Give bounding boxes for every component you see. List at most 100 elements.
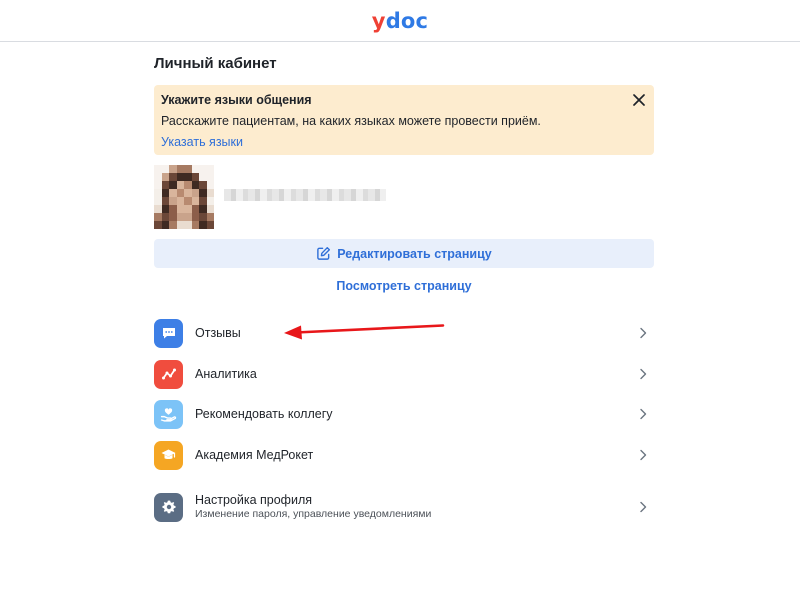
avatar-pixel bbox=[199, 197, 207, 205]
banner-text: Расскажите пациентам, на каких языках мо… bbox=[161, 114, 541, 128]
avatar-pixel bbox=[154, 173, 162, 181]
avatar-pixel bbox=[154, 165, 162, 173]
page-title: Личный кабинет bbox=[154, 55, 277, 72]
ydoc-logo[interactable]: ydoc bbox=[372, 9, 428, 33]
avatar-pixel bbox=[184, 181, 192, 189]
menu-item-recommend-colleague[interactable]: Рекомендовать коллегу bbox=[154, 399, 654, 429]
avatar-pixel bbox=[176, 173, 185, 181]
avatar-pixel bbox=[161, 221, 170, 229]
edit-page-label: Редактировать страницу bbox=[337, 246, 492, 261]
avatar-pixel bbox=[191, 221, 200, 229]
avatar-pixel bbox=[154, 213, 162, 221]
avatar-pixel bbox=[169, 213, 177, 221]
avatar-pixel bbox=[206, 197, 214, 205]
menu-item-medrocket-academy[interactable]: Академия МедРокет bbox=[154, 440, 654, 470]
avatar-pixel bbox=[169, 181, 177, 189]
avatar-pixel bbox=[161, 197, 170, 205]
avatar-pixel bbox=[154, 197, 162, 205]
avatar-pixel bbox=[161, 189, 170, 197]
avatar-pixel bbox=[191, 213, 200, 221]
avatar-pixel bbox=[169, 173, 177, 181]
menu-label: Рекомендовать коллегу bbox=[195, 406, 333, 421]
avatar-pixel bbox=[206, 205, 214, 213]
avatar-pixel bbox=[206, 189, 214, 197]
main-content: Личный кабинет Укажите языки общения Рас… bbox=[154, 42, 654, 295]
languages-banner: Укажите языки общения Расскажите пациент… bbox=[154, 85, 654, 155]
avatar-pixel bbox=[154, 189, 162, 197]
avatar-pixel bbox=[184, 213, 192, 221]
avatar-pixel bbox=[199, 213, 207, 221]
avatar-pixel bbox=[169, 165, 177, 173]
profile-name-blurred bbox=[224, 189, 386, 201]
avatar-pixel bbox=[191, 165, 200, 173]
avatar-pixel bbox=[206, 181, 214, 189]
banner-title: Укажите языки общения bbox=[161, 93, 312, 107]
chevron-right-icon bbox=[640, 408, 647, 420]
avatar-pixel bbox=[191, 189, 200, 197]
graduation-cap-icon bbox=[154, 440, 183, 470]
avatar-pixel bbox=[184, 189, 192, 197]
avatar-pixel bbox=[169, 205, 177, 213]
avatar-pixel bbox=[161, 205, 170, 213]
edit-icon bbox=[317, 246, 331, 260]
avatar-pixel bbox=[176, 189, 185, 197]
profile-card bbox=[154, 165, 654, 229]
menu-label: Аналитика bbox=[195, 366, 257, 381]
avatar-pixel bbox=[176, 197, 185, 205]
chevron-right-icon bbox=[640, 327, 647, 339]
menu-sublabel: Изменение пароля, управление уведомления… bbox=[195, 508, 432, 520]
avatar-pixel bbox=[176, 165, 185, 173]
avatar-pixel bbox=[161, 181, 170, 189]
top-bar: ydoc bbox=[0, 0, 800, 42]
avatar-pixel bbox=[199, 181, 207, 189]
avatar-pixel bbox=[176, 205, 185, 213]
avatar-pixel bbox=[154, 181, 162, 189]
menu-item-profile-settings[interactable]: Настройка профиля Изменение пароля, упра… bbox=[154, 492, 654, 522]
avatar-pixel bbox=[191, 173, 200, 181]
menu-item-analytics[interactable]: Аналитика bbox=[154, 359, 654, 389]
avatar-pixel bbox=[184, 197, 192, 205]
avatar-pixel bbox=[184, 221, 192, 229]
gear-icon bbox=[154, 492, 183, 522]
avatar-pixel bbox=[206, 173, 214, 181]
avatar-pixel bbox=[184, 205, 192, 213]
avatar-pixel bbox=[191, 197, 200, 205]
avatar-pixel bbox=[191, 205, 200, 213]
avatar-pixel bbox=[199, 165, 207, 173]
avatar-pixel bbox=[191, 181, 200, 189]
avatar-pixel bbox=[206, 165, 214, 173]
specify-languages-link[interactable]: Указать языки bbox=[161, 134, 243, 150]
avatar-pixel bbox=[154, 205, 162, 213]
avatar-pixel bbox=[169, 197, 177, 205]
avatar-pixel bbox=[161, 173, 170, 181]
avatar-pixel bbox=[199, 205, 207, 213]
menu-label: Академия МедРокет bbox=[195, 447, 314, 462]
avatar-pixel bbox=[199, 189, 207, 197]
avatar-pixel bbox=[169, 221, 177, 229]
trend-line-icon bbox=[154, 359, 183, 389]
avatar-pixel bbox=[176, 181, 185, 189]
avatar-pixel bbox=[161, 213, 170, 221]
avatar-pixel bbox=[176, 221, 185, 229]
chevron-right-icon bbox=[640, 501, 647, 513]
close-icon[interactable] bbox=[632, 93, 646, 107]
avatar bbox=[154, 165, 214, 229]
avatar-pixel bbox=[161, 165, 170, 173]
avatar-pixel bbox=[199, 173, 207, 181]
chevron-right-icon bbox=[640, 449, 647, 461]
avatar-pixel bbox=[206, 213, 214, 221]
avatar-pixel bbox=[206, 221, 214, 229]
menu-label: Настройка профиля bbox=[195, 493, 313, 507]
avatar-pixel bbox=[176, 213, 185, 221]
view-page-link[interactable]: Посмотреть страницу bbox=[154, 279, 654, 295]
avatar-pixel bbox=[154, 221, 162, 229]
avatar-pixel bbox=[169, 189, 177, 197]
edit-page-button[interactable]: Редактировать страницу bbox=[154, 239, 654, 268]
chevron-right-icon bbox=[640, 368, 647, 380]
annotation-arrow bbox=[284, 324, 445, 340]
avatar-pixel bbox=[184, 165, 192, 173]
heart-hand-icon bbox=[154, 399, 183, 429]
avatar-pixel bbox=[199, 221, 207, 229]
chat-bubble-icon bbox=[154, 318, 183, 348]
avatar-pixel bbox=[184, 173, 192, 181]
